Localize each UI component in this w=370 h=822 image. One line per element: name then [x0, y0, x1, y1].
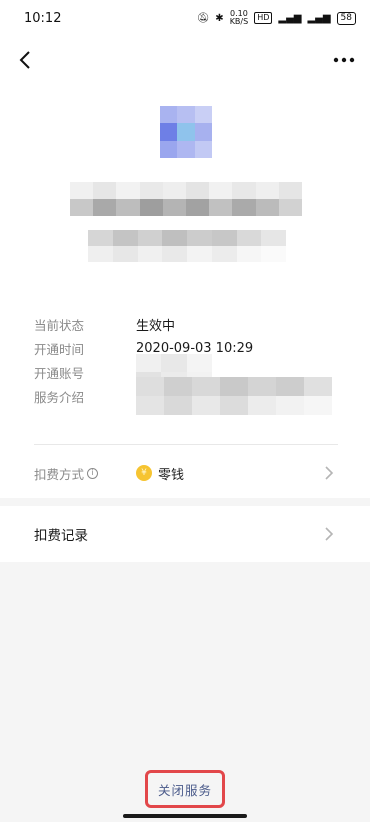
status-value: 生效中	[136, 318, 176, 334]
battery-icon: 58	[336, 11, 356, 25]
back-button[interactable]	[12, 46, 40, 74]
status-row: 当前状态 生效中	[34, 312, 344, 336]
close-service-highlight: 关闭服务	[145, 770, 225, 808]
chevron-right-icon	[325, 527, 334, 541]
account-label: 开通账号	[34, 365, 85, 381]
billing-records-row[interactable]: 扣费记录	[0, 506, 370, 562]
status-icons: 🔕︎ ✱ 0.10 KB/S HD ▂▄▆ ▂▄▆ 58	[197, 10, 356, 26]
chevron-right-icon	[325, 466, 334, 480]
info-icon[interactable]: i	[87, 467, 99, 479]
home-indicator[interactable]	[123, 814, 247, 818]
payment-method-value-wrap: ¥ 零钱	[136, 464, 184, 483]
wallet-coin-icon: ¥	[136, 465, 152, 481]
more-button[interactable]	[330, 48, 358, 72]
close-service-button[interactable]: 关闭服务	[158, 780, 212, 799]
payment-method-value: 零钱	[158, 467, 185, 483]
service-logo	[160, 106, 212, 158]
service-intro-row: 服务介绍	[34, 377, 344, 415]
mute-icon: 🔕︎	[196, 12, 210, 24]
hd-icon: HD	[254, 12, 273, 24]
divider	[34, 444, 338, 445]
signal-icon-2: ▂▄▆	[307, 12, 331, 24]
service-intro-label: 服务介绍	[34, 389, 85, 405]
blurred-service-subtitle	[88, 230, 286, 262]
blurred-service-name	[70, 182, 303, 216]
payment-method-row[interactable]: 扣费方式 i ¥ 零钱	[34, 458, 338, 488]
back-arrow-icon	[19, 51, 30, 69]
billing-records-label: 扣费记录	[34, 528, 88, 544]
opened-time-label: 开通时间	[34, 341, 85, 357]
status-bar: 10:12 🔕︎ ✱ 0.10 KB/S HD ▂▄▆ ▂▄▆ 58	[0, 0, 370, 36]
payment-method-label-wrap: 扣费方式 i	[34, 464, 136, 483]
bluetooth-icon: ✱	[215, 12, 224, 24]
payment-method-label: 扣费方式	[34, 466, 85, 482]
blurred-service-intro	[136, 377, 332, 415]
signal-icon: ▂▄▆	[278, 12, 302, 24]
service-info: 当前状态 生效中 开通时间 2020-09-03 10:29 开通账号 服务介绍	[34, 312, 344, 415]
service-detail-card: 当前状态 生效中 开通时间 2020-09-03 10:29 开通账号 服务介绍	[0, 36, 370, 498]
nav-bar	[0, 36, 370, 84]
more-dots-icon	[333, 57, 355, 63]
status-label: 当前状态	[34, 317, 85, 333]
network-speed: 0.10 KB/S	[229, 9, 249, 26]
status-time: 10:12	[24, 10, 62, 26]
